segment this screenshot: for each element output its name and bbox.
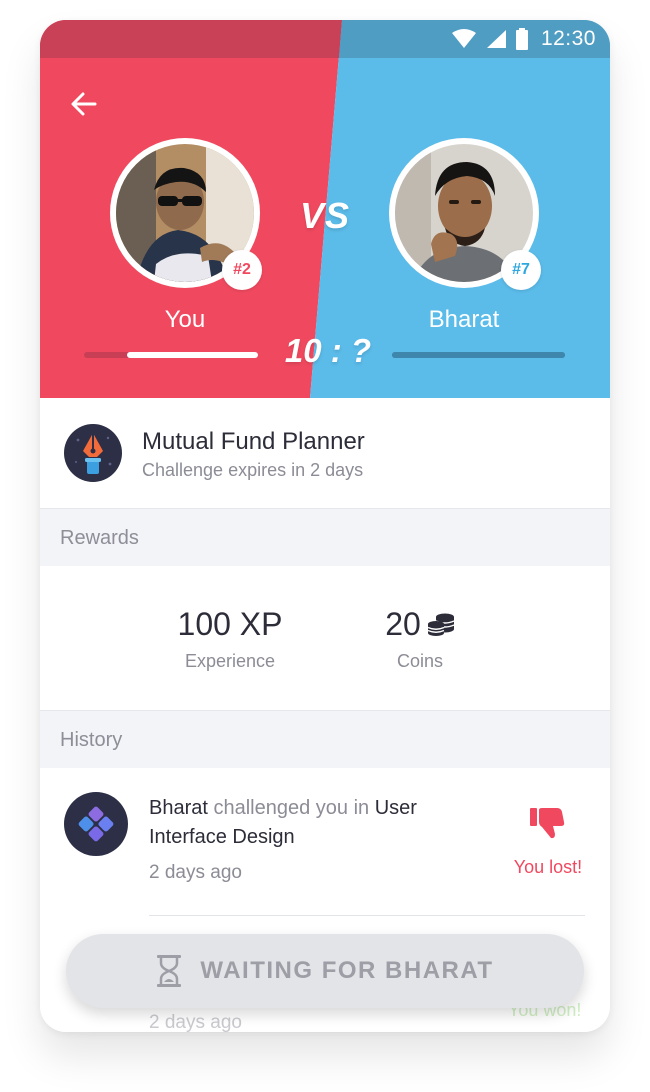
rewards-heading: Rewards xyxy=(60,527,139,549)
reward-experience-value: 100 XP xyxy=(177,606,283,642)
player-you: #2 You xyxy=(110,138,262,334)
hourglass-icon xyxy=(157,955,182,987)
rank-badge-you: #2 xyxy=(222,250,262,290)
versus-header: 12:30 #2 You VS #7 Bharat 10: ? xyxy=(40,20,610,398)
arrow-left-icon xyxy=(71,92,97,116)
score-display: 10 : ? xyxy=(284,332,372,369)
history-entry-result: You lost! xyxy=(498,806,598,878)
coins-icon xyxy=(427,613,455,636)
history-action: challenged you in xyxy=(207,797,375,819)
rewards-panel: 100 XP Experience 20 Coins xyxy=(40,566,610,712)
battery-icon xyxy=(515,28,528,50)
phone-frame: 12:30 #2 You VS #7 Bharat 10: ? Mutual … xyxy=(40,20,610,1032)
history-section-header: History xyxy=(40,710,610,768)
waiting-for-opponent-button[interactable]: WAITING FOR BHARAT xyxy=(66,934,584,1008)
thumbs-down-icon xyxy=(530,808,565,839)
reward-coins-label: Coins xyxy=(396,651,444,671)
history-entry-time: 2 days ago xyxy=(149,862,242,883)
rank-badge-bharat: #7 xyxy=(501,250,541,290)
progress-fill-bharat xyxy=(392,352,565,358)
status-time: 12:30 xyxy=(540,27,596,50)
signal-icon xyxy=(486,30,506,48)
ui-design-topic-icon xyxy=(64,792,128,856)
history-entry-text: Bharat challenged you in User Interface … xyxy=(149,794,449,852)
player-name-bharat: Bharat xyxy=(428,306,500,333)
history-divider xyxy=(149,915,585,916)
challenge-expiry: Challenge expires in 2 days xyxy=(142,460,364,480)
waiting-button-label: WAITING FOR BHARAT xyxy=(200,957,494,984)
player-opponent: #7 Bharat xyxy=(389,138,541,334)
history-entry-time-2: 2 days ago xyxy=(149,1012,242,1032)
pen-nib-icon xyxy=(64,424,122,482)
reward-coins-value: 20 xyxy=(385,606,421,642)
history-result-label: You lost! xyxy=(513,857,583,877)
back-button[interactable] xyxy=(66,86,102,122)
history-actor: Bharat xyxy=(149,797,208,819)
wifi-icon xyxy=(451,29,476,48)
rewards-section-header: Rewards xyxy=(40,508,610,566)
status-bar: 12:30 xyxy=(40,20,610,58)
history-heading: History xyxy=(60,729,123,751)
progress-fill-you xyxy=(127,352,258,358)
reward-experience-label: Experience xyxy=(184,651,276,671)
reward-coins: 20 Coins xyxy=(350,606,490,672)
challenge-title: Mutual Fund Planner xyxy=(142,428,365,455)
vs-label: VS xyxy=(300,195,351,236)
reward-experience: 100 XP Experience xyxy=(150,606,310,672)
challenge-card[interactable]: Mutual Fund Planner Challenge expires in… xyxy=(40,398,610,508)
player-name-you: You xyxy=(164,306,206,333)
